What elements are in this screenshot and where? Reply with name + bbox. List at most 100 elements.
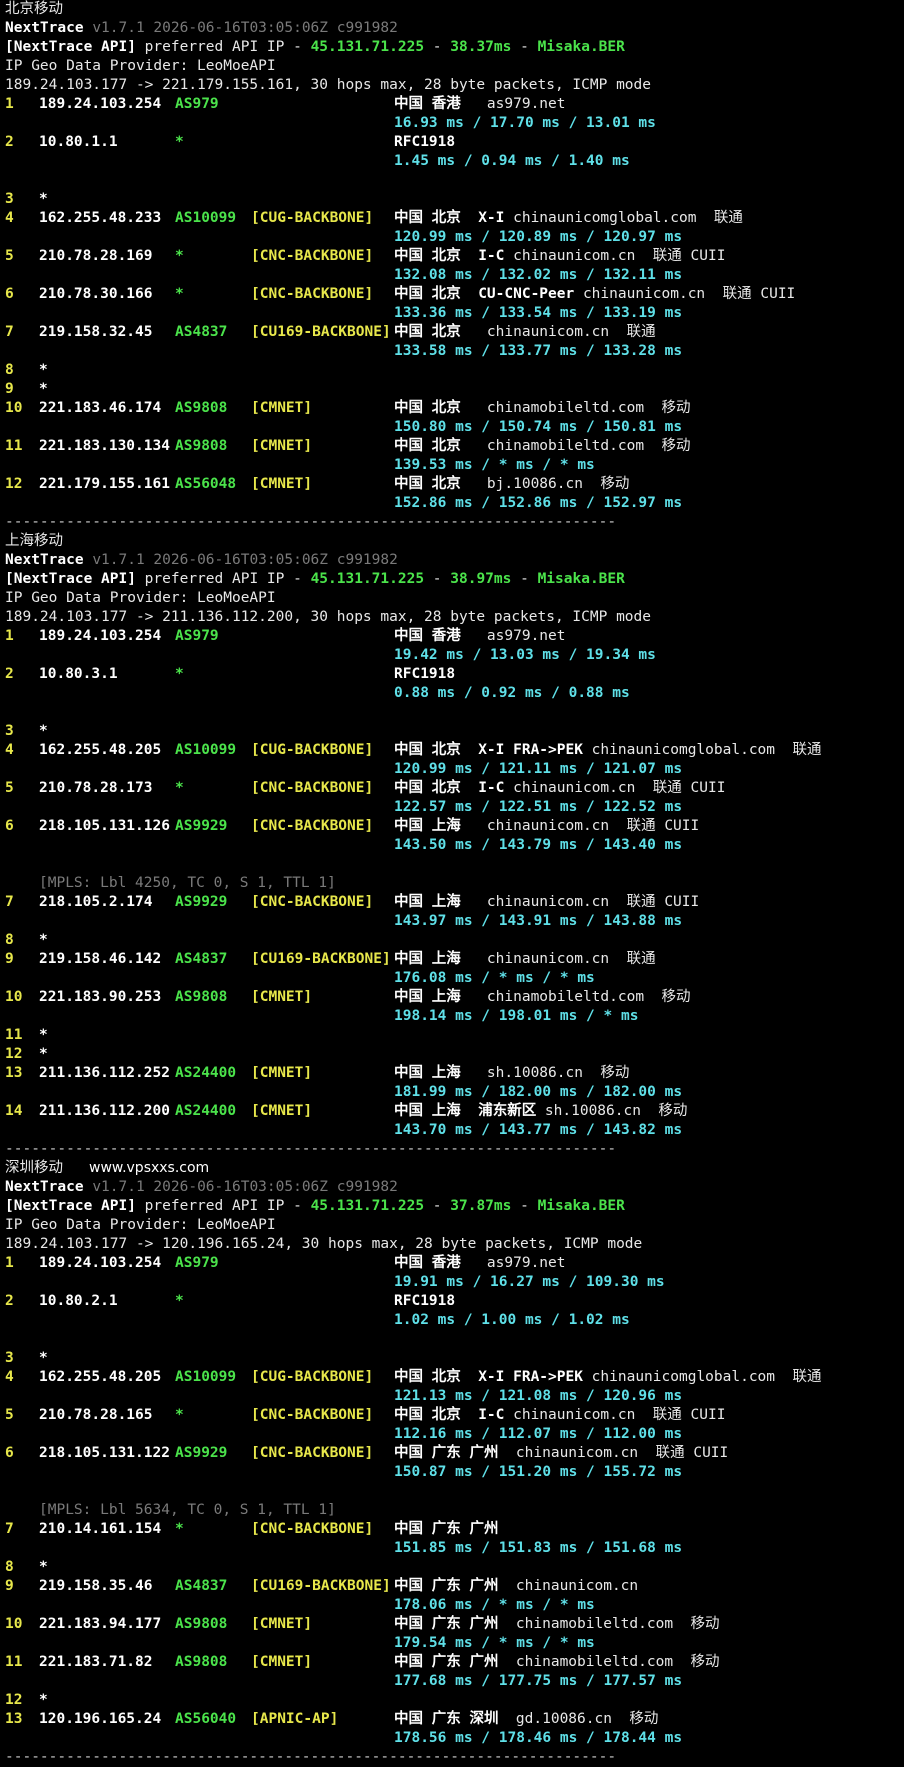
hop-ip: 221.183.94.177	[39, 1616, 162, 1632]
hop-geo: RFC1918	[394, 1292, 455, 1311]
version-line: NextTrace v1.7.1 2026-06-16T03:05:06Z c9…	[5, 1178, 904, 1197]
hop-number: 12	[5, 476, 23, 492]
hop-asn: AS979	[175, 1255, 219, 1271]
route-line: 189.24.103.177 -> 211.136.112.200, 30 ho…	[5, 608, 904, 627]
hop-asn: *	[175, 134, 184, 150]
hop-location: 中国 上海	[394, 989, 461, 1005]
section-name: 深圳移动	[5, 1160, 63, 1176]
hop-ip: 162.255.48.233	[39, 210, 162, 226]
hop-row: 7 219.158.32.45 AS4837 [CU169-BACKBONE] 中国 北…	[5, 323, 904, 342]
api-sep: -	[511, 39, 538, 55]
hop-host: chinaunicom.cn 联通 CUII	[504, 248, 726, 264]
hop-ip: *	[39, 362, 48, 378]
provider-line: IP Geo Data Provider: LeoMoeAPI	[5, 1216, 904, 1235]
hop-rtt: 139.53 ms / * ms / * ms	[394, 457, 595, 473]
hop-network: [CUG-BACKBONE]	[251, 742, 374, 758]
hop-rtt: 178.06 ms / * ms / * ms	[394, 1597, 595, 1613]
separator-line: ----------------------------------------…	[5, 514, 617, 530]
hop-number: 4	[5, 210, 14, 226]
hop-network: [CNC-BACKBONE]	[251, 1521, 374, 1537]
hop-asn: AS10099	[175, 1369, 237, 1385]
hop-rtt-row: 0.88 ms / 0.92 ms / 0.88 ms	[5, 684, 904, 703]
hop-ip: *	[39, 1350, 48, 1366]
hop-location: 中国 北京	[394, 476, 461, 492]
provider-text: IP Geo Data Provider: LeoMoeAPI	[5, 1217, 276, 1233]
hop-ip: *	[39, 1692, 48, 1708]
hop-host: chinaunicomglobal.com 联通	[582, 1369, 822, 1385]
hop-row: 11 *	[5, 1026, 904, 1045]
hop-row: 1 189.24.103.254 AS979 中国 香港 as979.net	[5, 1254, 904, 1273]
hop-rtt: 121.13 ms / 121.08 ms / 120.96 ms	[394, 1388, 683, 1404]
hop-rtt: 120.99 ms / 121.11 ms / 121.07 ms	[394, 761, 683, 777]
hop-asn: AS9808	[175, 400, 228, 416]
api-sep: -	[424, 39, 451, 55]
hop-network: [APNIC-AP]	[251, 1711, 339, 1727]
hop-network: [CU169-BACKBONE]	[251, 951, 391, 967]
hop-number: 4	[5, 742, 14, 758]
api-node: Misaka.BER	[537, 571, 625, 587]
hop-row: 4 162.255.48.233 AS10099 [CUG-BACKBONE] 中国 北…	[5, 209, 904, 228]
hop-host: chinaunicom.cn 联通 CUII	[498, 1445, 729, 1461]
hop-number: 5	[5, 248, 14, 264]
hop-rtt-row: 19.91 ms / 16.27 ms / 109.30 ms	[5, 1273, 904, 1292]
hop-ip: 210.78.28.169	[39, 248, 153, 264]
hop-rtt: 133.58 ms / 133.77 ms / 133.28 ms	[394, 343, 683, 359]
hop-ip: 10.80.1.1	[39, 134, 118, 150]
hop-asn: AS9929	[175, 894, 228, 910]
hop-rtt-row: 120.99 ms / 120.89 ms / 120.97 ms	[5, 228, 904, 247]
hop-geo: 中国 广东 广州	[394, 1520, 498, 1539]
hop-host: chinaunicom.cn 联通 CUII	[504, 1407, 726, 1423]
hop-row: 10 221.183.94.177 AS9808 [CMNET] 中国 广东 广州 ch…	[5, 1615, 904, 1634]
hop-network: [CNC-BACKBONE]	[251, 894, 374, 910]
hop-ip: 218.105.131.126	[39, 818, 170, 834]
api-sep: -	[511, 1198, 538, 1214]
hop-ip: *	[39, 723, 48, 739]
api-sep: -	[424, 571, 451, 587]
provider-text: IP Geo Data Provider: LeoMoeAPI	[5, 58, 276, 74]
hop-number: 11	[5, 1027, 23, 1043]
hop-asn: *	[175, 1521, 184, 1537]
hop-host: sh.10086.cn 移动	[460, 1065, 630, 1081]
hop-host: as979.net	[460, 628, 566, 644]
route-line: 189.24.103.177 -> 221.179.155.161, 30 ho…	[5, 76, 904, 95]
hop-ip: *	[39, 932, 48, 948]
api-sep: -	[424, 1198, 451, 1214]
hop-ip: 221.183.130.134	[39, 438, 170, 454]
hop-number: 3	[5, 191, 14, 207]
hop-location: RFC1918	[394, 1293, 456, 1309]
hop-rtt-row: 143.70 ms / 143.77 ms / 143.82 ms	[5, 1121, 904, 1140]
hop-location: 中国 北京 I-C	[394, 1407, 505, 1423]
hop-rtt-row: 151.85 ms / 151.83 ms / 151.68 ms	[5, 1539, 904, 1558]
api-sep: -	[511, 571, 538, 587]
hop-rtt: 122.57 ms / 122.51 ms / 122.52 ms	[394, 799, 683, 815]
hop-number: 11	[5, 1654, 23, 1670]
hop-number: 8	[5, 362, 14, 378]
hop-row: 3 *	[5, 722, 904, 741]
provider-line: IP Geo Data Provider: LeoMoeAPI	[5, 57, 904, 76]
hop-location: 中国 香港	[394, 1255, 461, 1271]
hop-row: 8 *	[5, 361, 904, 380]
hop-host: bj.10086.cn 移动	[460, 476, 630, 492]
hop-ip: 10.80.2.1	[39, 1293, 118, 1309]
hop-rtt: 181.99 ms / 182.00 ms / 182.00 ms	[394, 1084, 683, 1100]
hop-row: 12 *	[5, 1045, 904, 1064]
hop-geo: 中国 广东 深圳 gd.10086.cn 移动	[394, 1710, 658, 1729]
hop-geo: 中国 上海 chinaunicom.cn 联通	[394, 950, 656, 969]
hop-rtt-row: 132.08 ms / 132.02 ms / 132.11 ms	[5, 266, 904, 285]
hop-network: [CNC-BACKBONE]	[251, 818, 374, 834]
hop-row: 12 221.179.155.161 AS56048 [CMNET] 中国 北京 bj.…	[5, 475, 904, 494]
hop-location: 中国 北京 I-C	[394, 780, 505, 796]
hop-rtt-row: 177.68 ms / 177.75 ms / 177.57 ms	[5, 1672, 904, 1691]
route-text: 189.24.103.177 -> 211.136.112.200, 30 ho…	[5, 609, 652, 625]
hop-row: 13 120.196.165.24 AS56040 [APNIC-AP] 中国 广东 深…	[5, 1710, 904, 1729]
hop-location: 中国 广东 广州	[394, 1521, 499, 1537]
hop-asn: AS56040	[175, 1711, 237, 1727]
watermark: www.vpsxxs.com	[89, 1160, 210, 1176]
hop-rtt-row: 112.16 ms / 112.07 ms / 112.00 ms	[5, 1425, 904, 1444]
hop-ip: 221.183.90.253	[39, 989, 162, 1005]
hop-ip: 221.179.155.161	[39, 476, 170, 492]
hop-location: 中国 北京	[394, 400, 461, 416]
hop-number: 13	[5, 1711, 23, 1727]
version-line: NextTrace v1.7.1 2026-06-16T03:05:06Z c9…	[5, 19, 904, 38]
hop-location: 中国 上海	[394, 951, 461, 967]
